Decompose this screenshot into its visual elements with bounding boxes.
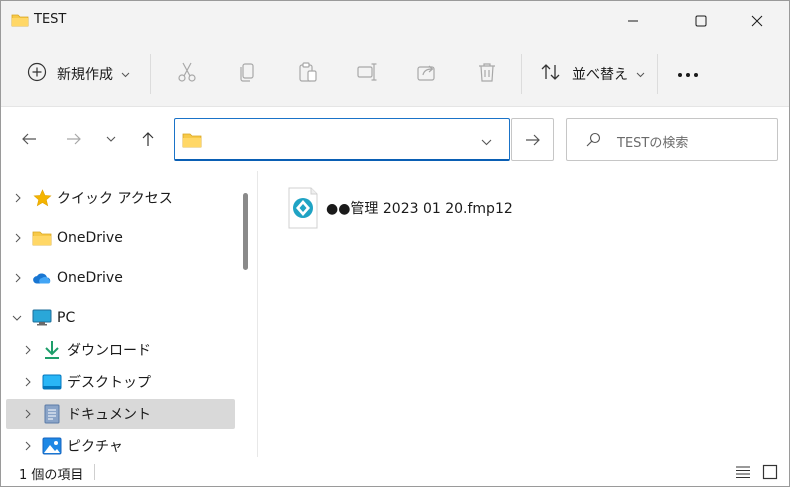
sidebar-item-label: ダウンロード [67, 343, 151, 359]
download-icon [42, 340, 62, 360]
window-title: TEST [34, 12, 67, 27]
clipboard-icon [297, 61, 319, 87]
sidebar-item-documents[interactable]: ドキュメント [6, 399, 235, 429]
plus-circle-icon [27, 62, 47, 86]
sort-arrows-icon [540, 62, 562, 86]
share-button[interactable] [416, 41, 438, 107]
sidebar-item-label: クイック アクセス [57, 191, 173, 207]
folder-icon [11, 12, 29, 28]
monitor-icon [32, 308, 52, 328]
new-button-label: 新規作成 [57, 67, 113, 83]
rename-icon [356, 62, 378, 86]
chevron-right-icon[interactable] [23, 441, 33, 451]
sort-button[interactable]: 並べ替え [540, 41, 645, 107]
scissors-icon [177, 61, 197, 87]
chevron-right-icon[interactable] [13, 193, 23, 203]
delete-button[interactable] [477, 41, 497, 107]
title-bar[interactable]: TEST [1, 1, 789, 41]
recent-locations-button[interactable] [102, 123, 120, 155]
sidebar-item-label: ピクチャ [67, 439, 123, 455]
go-button[interactable] [511, 118, 554, 161]
toolbar-divider [150, 54, 151, 94]
tiles-view-button[interactable] [759, 461, 781, 483]
sidebar-item-label: OneDrive [57, 270, 123, 286]
sidebar-item-label: OneDrive [57, 230, 123, 246]
details-view-icon [736, 466, 750, 479]
address-bar[interactable] [174, 118, 510, 161]
forward-button[interactable] [62, 123, 86, 155]
rename-button[interactable] [356, 41, 378, 107]
file-item[interactable]: ●●管理 2023 01 20.fmp12 [287, 187, 513, 229]
up-button[interactable] [136, 123, 160, 155]
close-icon [751, 15, 763, 27]
explorer-window: TEST 新規作成 並べ替え TESTの検索 クイック アクセス OneDriv… [0, 0, 790, 487]
maximize-icon [695, 15, 707, 27]
command-bar: 新規作成 並べ替え [1, 41, 789, 107]
item-count: 1 個の項目 [19, 468, 84, 483]
toolbar-divider [657, 54, 658, 94]
chevron-down-icon [121, 67, 130, 82]
sidebar-item-label: デスクトップ [67, 375, 151, 391]
desktop-icon [42, 372, 62, 392]
search-icon [585, 132, 601, 152]
chevron-down-icon[interactable] [481, 135, 492, 150]
sidebar-item-onedrive-folder[interactable]: OneDrive [6, 223, 235, 253]
copy-icon [237, 61, 257, 87]
cut-button[interactable] [177, 41, 197, 107]
new-button[interactable]: 新規作成 [27, 41, 130, 107]
file-name: ●●管理 2023 01 20.fmp12 [326, 201, 513, 217]
sort-button-label: 並べ替え [572, 67, 628, 83]
copy-button[interactable] [237, 41, 257, 107]
chevron-right-icon[interactable] [23, 345, 33, 355]
filemaker-file-icon [287, 187, 319, 229]
document-icon [42, 404, 62, 424]
toolbar-divider [521, 54, 522, 94]
status-bar: 1 個の項目 [1, 457, 789, 486]
arrow-right-icon [67, 133, 81, 145]
arrow-up-icon [142, 132, 154, 146]
folder-icon [182, 132, 202, 152]
minimize-icon [628, 20, 638, 22]
file-list: ●●管理 2023 01 20.fmp12 [259, 171, 789, 457]
search-placeholder: TESTの検索 [617, 136, 689, 151]
sidebar-item-label: ドキュメント [67, 407, 151, 423]
maximize-button[interactable] [678, 1, 724, 41]
chevron-right-icon[interactable] [23, 409, 33, 419]
chevron-right-icon[interactable] [13, 233, 23, 243]
navigation-bar: TESTの検索 [1, 107, 789, 171]
status-divider [94, 464, 95, 480]
close-button[interactable] [734, 1, 780, 41]
minimize-button[interactable] [610, 1, 656, 41]
search-box[interactable]: TESTの検索 [566, 118, 778, 161]
paste-button[interactable] [297, 41, 319, 107]
trash-icon [477, 61, 497, 87]
scrollbar-thumb[interactable] [243, 193, 248, 270]
star-icon [32, 188, 52, 208]
details-view-button[interactable] [732, 461, 754, 483]
navigation-pane: クイック アクセス OneDrive OneDrive PC ダウンロード デス… [1, 171, 258, 457]
sidebar-item-pc[interactable]: PC [6, 303, 235, 333]
sidebar-item-onedrive-cloud[interactable]: OneDrive [6, 263, 235, 293]
arrow-right-icon [525, 134, 540, 145]
cloud-icon [32, 268, 52, 288]
sidebar-item-label: PC [57, 310, 76, 326]
chevron-right-icon[interactable] [13, 273, 23, 283]
share-icon [416, 62, 438, 86]
chevron-right-icon[interactable] [23, 377, 33, 387]
sidebar-item-downloads[interactable]: ダウンロード [6, 335, 235, 365]
chevron-down-icon[interactable] [12, 313, 22, 323]
ellipsis-icon [677, 67, 699, 82]
chevron-down-icon [106, 136, 116, 142]
back-button[interactable] [17, 123, 41, 155]
picture-icon [42, 436, 62, 456]
arrow-left-icon [22, 133, 36, 145]
sidebar-item-quick-access[interactable]: クイック アクセス [6, 183, 235, 213]
tiles-view-icon [762, 464, 778, 480]
chevron-down-icon [636, 67, 645, 82]
folder-icon [32, 228, 52, 248]
more-options-button[interactable] [677, 41, 699, 107]
sidebar-item-desktop[interactable]: デスクトップ [6, 367, 235, 397]
